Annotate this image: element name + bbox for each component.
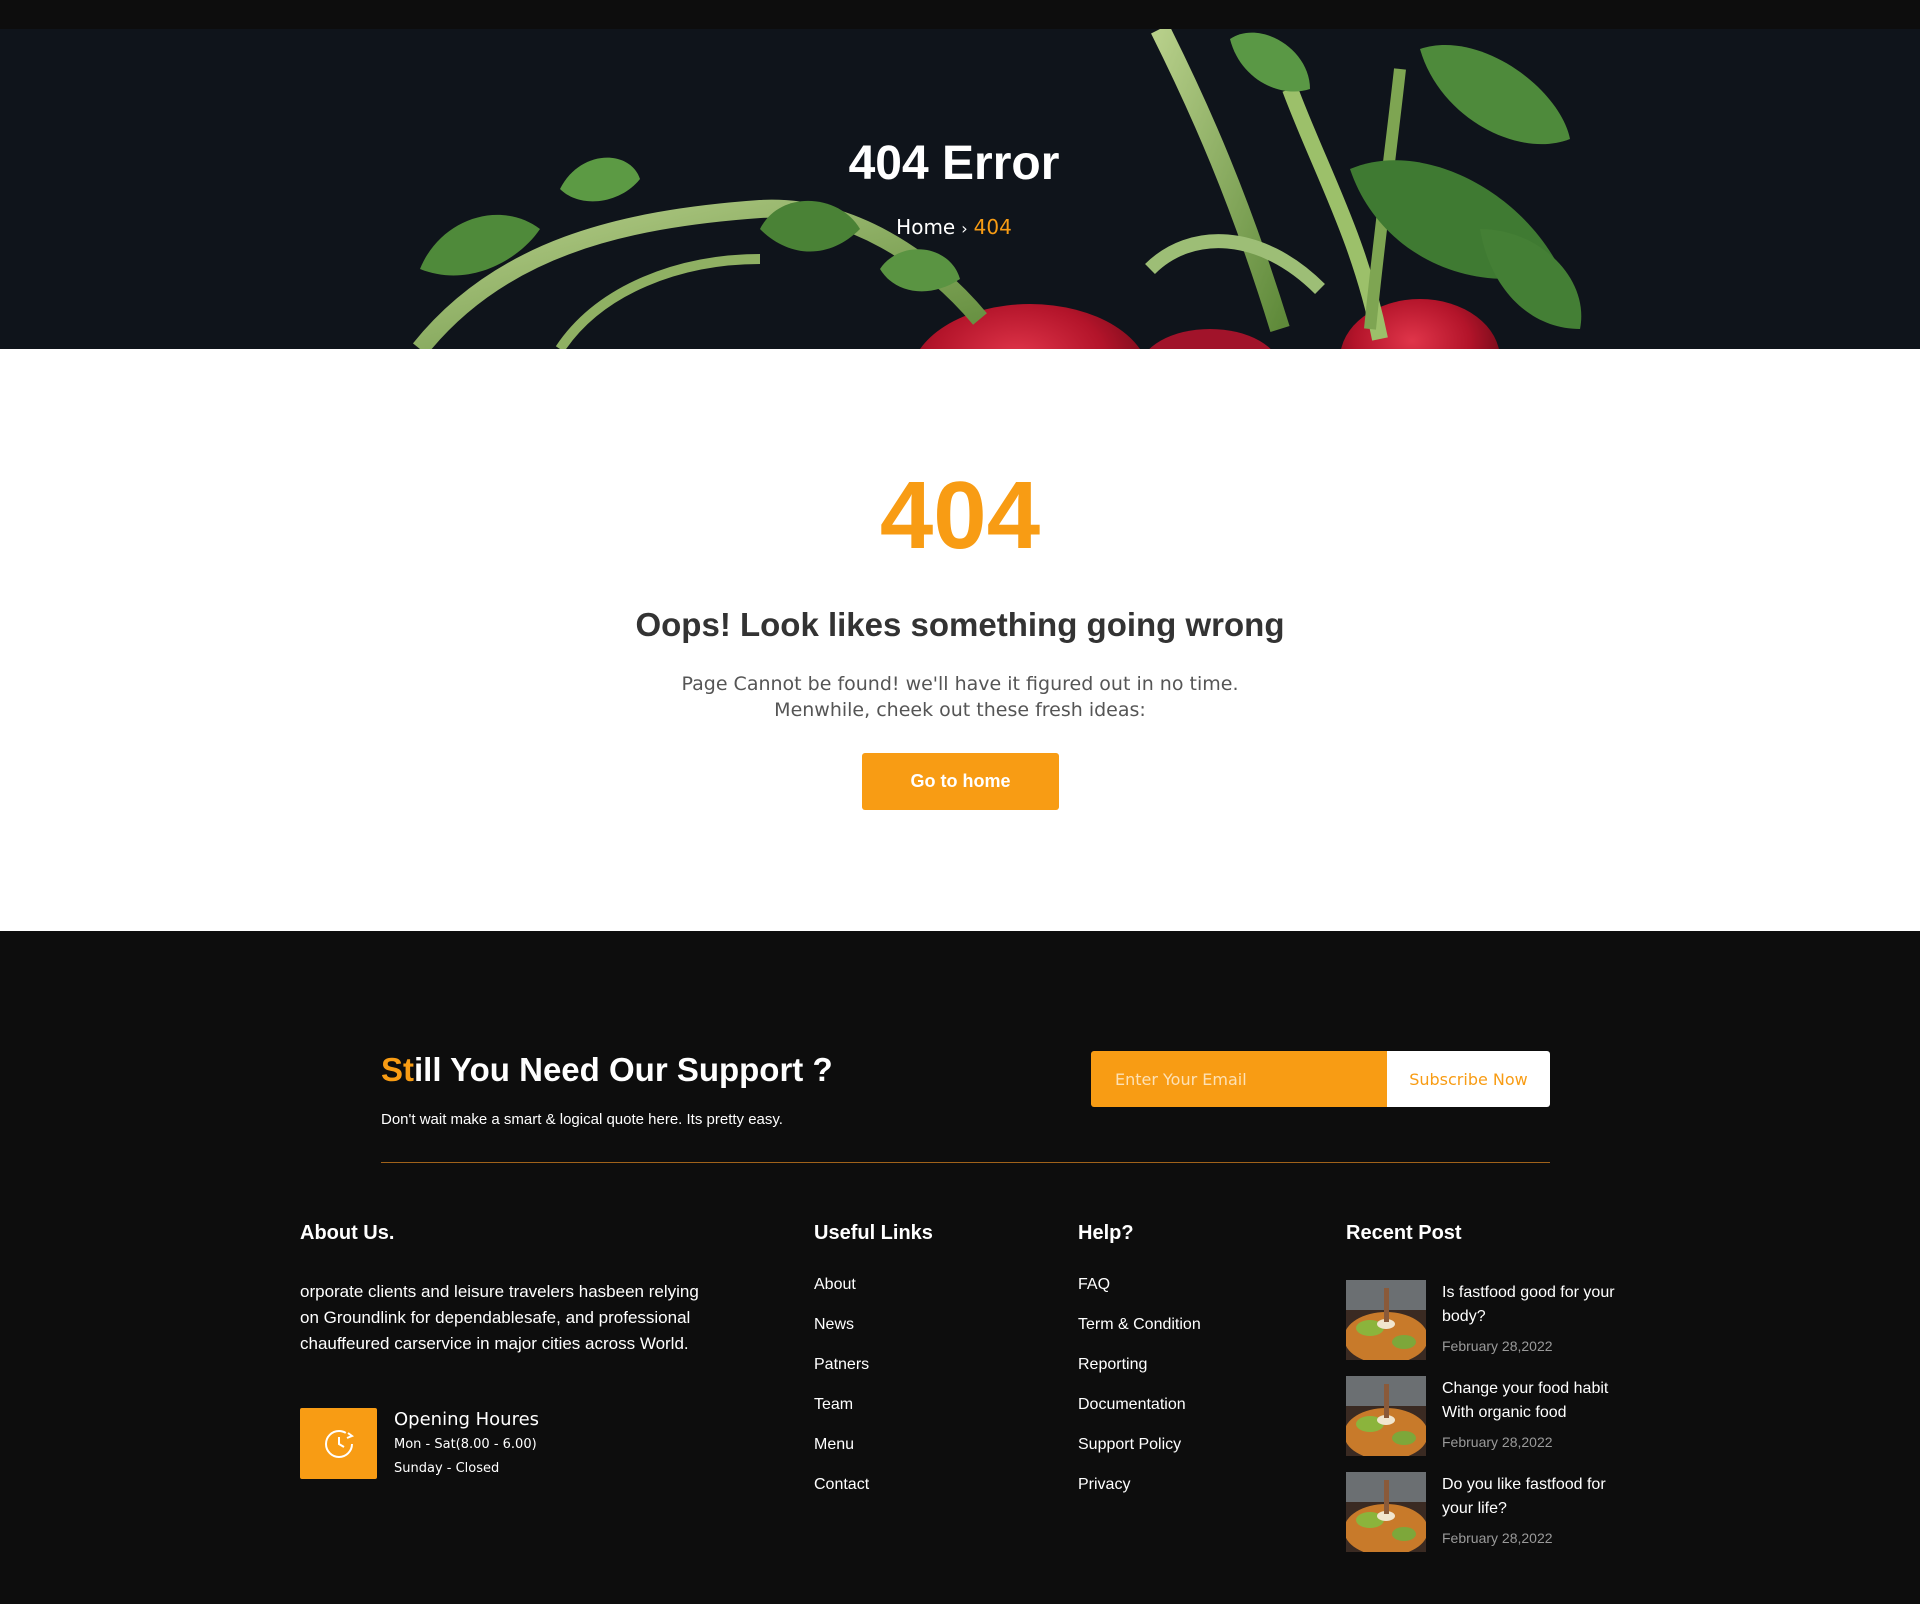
top-bar [0,0,1920,29]
help-link-reporting[interactable]: Reporting [1078,1354,1201,1394]
about-heading: About Us. [300,1222,395,1244]
help-heading: Help? [1078,1222,1134,1244]
breadcrumb-current: 404 [973,215,1012,239]
footer-link-about[interactable]: About [814,1274,869,1314]
useful-links-list: About News Patners Team Menu Contact [814,1274,869,1514]
recent-post-heading: Recent Post [1346,1222,1462,1244]
page-title: 404 Error [848,137,1060,190]
footer: Still You Need Our Support ? Don't wait … [0,931,1920,1604]
recent-post-item: Do you like fastfood for your life? Febr… [1346,1472,1646,1552]
help-link-documentation[interactable]: Documentation [1078,1394,1201,1434]
opening-hours-sunday: Sunday - Closed [394,1461,500,1476]
post-title[interactable]: Change your food habit With organic food [1442,1377,1632,1425]
error-code: 404 [879,462,1041,569]
opening-hours-weekdays: Mon - Sat(8.00 - 6.00) [394,1437,537,1452]
post-date: February 28,2022 [1442,1338,1553,1354]
support-title: Still You Need Our Support ? [381,1051,833,1089]
footer-link-contact[interactable]: Contact [814,1474,869,1514]
clock-icon [300,1408,377,1479]
opening-hours-title: Opening Houres [394,1409,540,1430]
post-thumbnail[interactable] [1346,1280,1426,1360]
recent-post-item: Is fastfood good for your body? February… [1346,1280,1646,1360]
footer-divider [381,1162,1550,1163]
support-title-rest: ill You Need Our Support ? [414,1051,833,1088]
footer-link-news[interactable]: News [814,1314,869,1354]
post-date: February 28,2022 [1442,1434,1553,1450]
page-banner: 404 Error Home › 404 [0,29,1920,349]
go-to-home-button[interactable]: Go to home [862,753,1059,810]
support-title-accent: St [381,1051,414,1088]
email-input[interactable] [1091,1051,1387,1107]
footer-link-patners[interactable]: Patners [814,1354,869,1394]
post-thumbnail[interactable] [1346,1472,1426,1552]
post-date: February 28,2022 [1442,1530,1553,1546]
chevron-right-icon: › [961,219,968,238]
footer-link-team[interactable]: Team [814,1394,869,1434]
error-message-line-2: Menwhile, cheek out these fresh ideas: [774,699,1146,721]
help-link-privacy[interactable]: Privacy [1078,1474,1201,1514]
support-subtitle: Don't wait make a smart & logical quote … [381,1111,783,1128]
recent-post-item: Change your food habit With organic food… [1346,1376,1646,1456]
breadcrumb-home-link[interactable]: Home [896,215,955,239]
help-link-terms[interactable]: Term & Condition [1078,1314,1201,1354]
subscribe-form: Subscribe Now [1091,1051,1550,1107]
post-title[interactable]: Is fastfood good for your body? [1442,1281,1632,1329]
help-links-list: FAQ Term & Condition Reporting Documenta… [1078,1274,1201,1514]
error-message-line-1: Page Cannot be found! we'll have it figu… [681,673,1239,695]
error-section: 404 Oops! Look likes something going wro… [0,349,1920,931]
post-thumbnail[interactable] [1346,1376,1426,1456]
about-text: orporate clients and leisure travelers h… [300,1282,699,1353]
error-headline: Oops! Look likes something going wrong [635,606,1285,643]
subscribe-button[interactable]: Subscribe Now [1387,1051,1550,1107]
breadcrumb: Home › 404 [0,215,1908,239]
post-title[interactable]: Do you like fastfood for your life? [1442,1473,1632,1521]
useful-links-heading: Useful Links [814,1222,933,1244]
footer-link-menu[interactable]: Menu [814,1434,869,1474]
help-link-faq[interactable]: FAQ [1078,1274,1201,1314]
help-link-support-policy[interactable]: Support Policy [1078,1434,1201,1474]
error-message: Page Cannot be found! we'll have it figu… [0,671,1920,723]
